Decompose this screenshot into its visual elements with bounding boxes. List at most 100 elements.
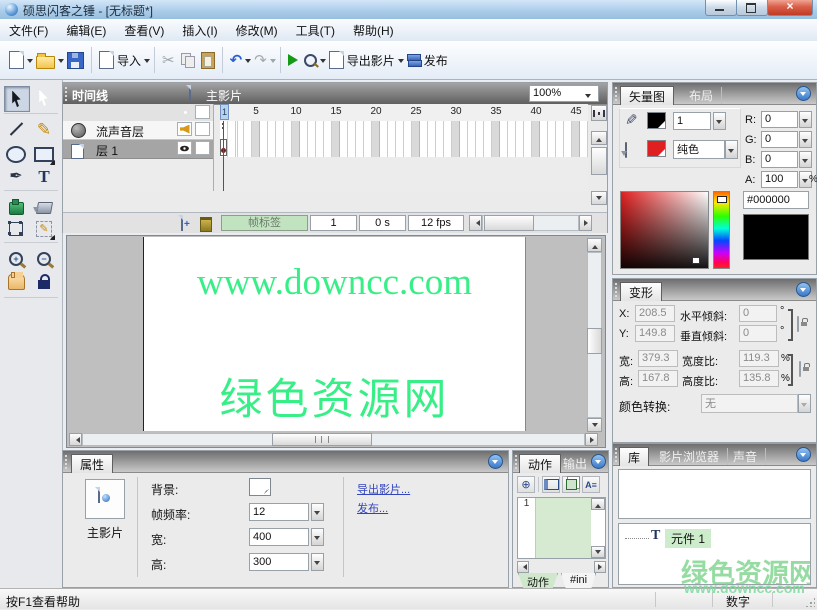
stroke-width-input[interactable]: 1 xyxy=(673,112,711,130)
canvas-scroll-right[interactable] xyxy=(585,433,598,446)
frames-grid[interactable] xyxy=(220,121,588,157)
timeline-hscroll-right[interactable] xyxy=(579,215,592,231)
zoom-in-tool[interactable]: + xyxy=(4,247,28,271)
b-input[interactable]: 0 xyxy=(761,151,798,168)
lock-cell[interactable] xyxy=(195,141,210,155)
maximize-button[interactable] xyxy=(736,0,768,16)
audio-toggle-cell[interactable] xyxy=(177,122,192,136)
timeline-hscroll-thumb[interactable] xyxy=(484,215,534,231)
layer-row-sound[interactable]: 流声音层 xyxy=(63,121,213,140)
x-input[interactable]: 208.5 xyxy=(635,305,675,322)
collapse-chevron-icon[interactable] xyxy=(488,454,503,469)
tab-transform[interactable]: 变形 xyxy=(620,282,662,301)
hue-marker[interactable] xyxy=(717,196,727,203)
height-ratio-input[interactable]: 135.8 xyxy=(739,370,779,387)
hue-bar[interactable] xyxy=(713,191,730,269)
background-color-swatch[interactable] xyxy=(249,478,271,496)
preview-button[interactable] xyxy=(301,46,320,74)
paint-bucket-tool[interactable] xyxy=(32,194,56,218)
timeline-hscroll-left[interactable] xyxy=(469,215,482,231)
center-frame-button[interactable] xyxy=(591,105,607,121)
script-pages-button[interactable] xyxy=(562,476,580,493)
save-button[interactable] xyxy=(64,46,87,74)
script-editor[interactable]: 1 xyxy=(517,497,606,559)
insert-layer-icon[interactable] xyxy=(181,215,183,231)
pen-tool[interactable]: ✒ xyxy=(4,165,28,189)
stage[interactable]: www.downcc.com 绿色资源网 xyxy=(143,237,526,431)
layer-row-1[interactable]: 层 1 xyxy=(63,140,213,159)
import-dropdown-icon[interactable] xyxy=(144,59,150,66)
framerate-spinner[interactable] xyxy=(311,503,324,521)
line-tool[interactable] xyxy=(4,117,28,141)
canvas-workspace[interactable]: www.downcc.com 绿色资源网 xyxy=(66,235,606,448)
lock-cell[interactable] xyxy=(195,122,210,136)
stage-height-spinner[interactable] xyxy=(311,553,324,571)
menu-modify[interactable]: 修改(M) xyxy=(227,19,287,41)
tab-vector[interactable]: 矢量图 xyxy=(620,86,674,105)
pencil-tool[interactable]: ✎ xyxy=(32,117,56,141)
b-spinner[interactable] xyxy=(799,151,812,168)
canvas-scroll-up[interactable] xyxy=(587,238,602,252)
insert-target-path-button[interactable]: ⊕ xyxy=(517,476,535,493)
stroke-width-spinner[interactable] xyxy=(713,112,726,130)
color-field-marker[interactable] xyxy=(692,257,700,264)
lock-column-cell[interactable] xyxy=(195,105,210,119)
color-convert-dropdown[interactable] xyxy=(798,394,811,413)
r-spinner[interactable] xyxy=(799,111,812,128)
script-scroll-down[interactable] xyxy=(591,546,605,558)
cut-button[interactable]: ✂ xyxy=(159,46,178,74)
menu-help[interactable]: 帮助(H) xyxy=(344,19,403,41)
canvas-scroll-down[interactable] xyxy=(587,418,602,432)
text-tool[interactable]: T xyxy=(32,165,56,189)
stage-width-input[interactable]: 400 xyxy=(249,528,309,546)
play-button[interactable] xyxy=(285,46,301,74)
delete-layer-trash-icon[interactable] xyxy=(200,217,212,232)
width-input[interactable]: 379.3 xyxy=(638,350,678,367)
zoom-out-tool[interactable]: − xyxy=(32,247,56,271)
layer-name[interactable]: 层 1 xyxy=(96,142,118,159)
open-button[interactable] xyxy=(33,46,58,74)
free-transform-tool[interactable] xyxy=(4,217,28,241)
library-item-symbol1[interactable]: 元件 1 xyxy=(665,529,711,548)
export-movie-button[interactable]: 导出影片 xyxy=(326,46,398,74)
fill-transform-tool[interactable]: ✎ xyxy=(32,217,56,241)
menu-file[interactable]: 文件(F) xyxy=(0,19,57,41)
hex-color-input[interactable]: #000000 xyxy=(743,191,809,209)
tab-properties[interactable]: 属性 xyxy=(71,454,113,473)
a-input[interactable]: 100 xyxy=(761,171,798,188)
stroke-color-swatch[interactable] xyxy=(647,112,666,129)
tab-output[interactable]: 输出 xyxy=(555,455,596,472)
publish-link[interactable]: 发布... xyxy=(357,500,388,516)
canvas-scroll-left[interactable] xyxy=(69,433,82,446)
minimize-button[interactable] xyxy=(705,0,737,16)
tab-movie-browser[interactable]: 影片浏览器 xyxy=(651,448,728,465)
copy-button[interactable] xyxy=(178,46,198,74)
ink-bottle-tool[interactable] xyxy=(4,194,28,218)
scene-name[interactable]: 主影片 xyxy=(206,87,242,104)
skew-lock-icon[interactable] xyxy=(797,316,799,332)
close-button[interactable] xyxy=(767,0,813,16)
publish-button[interactable]: 发布 xyxy=(404,46,451,74)
panel-grip[interactable] xyxy=(65,87,70,101)
playhead-handle[interactable]: 1 xyxy=(220,104,229,120)
color-convert-select[interactable]: 无 xyxy=(701,394,798,413)
r-input[interactable]: 0 xyxy=(761,111,798,128)
script-scroll-right[interactable] xyxy=(594,561,606,573)
hand-tool[interactable] xyxy=(4,270,28,294)
tab-sound[interactable]: 声音 xyxy=(725,448,766,465)
color-field[interactable] xyxy=(620,191,709,269)
timeline-zoom-dropdown-icon[interactable] xyxy=(585,94,591,101)
y-input[interactable]: 149.8 xyxy=(635,325,675,342)
ellipse-tool[interactable] xyxy=(4,142,28,166)
timeline-scroll-up[interactable] xyxy=(591,131,607,145)
lock-tool[interactable] xyxy=(32,270,56,294)
stage-height-input[interactable]: 300 xyxy=(249,553,309,571)
skew-h-input[interactable]: 0 xyxy=(739,305,777,322)
timeline-scroll-down[interactable] xyxy=(591,191,607,205)
g-spinner[interactable] xyxy=(799,131,812,148)
height-input[interactable]: 167.8 xyxy=(638,370,678,387)
skew-v-input[interactable]: 0 xyxy=(739,325,777,342)
menu-edit[interactable]: 编辑(E) xyxy=(57,19,115,41)
subselection-tool[interactable] xyxy=(32,86,56,110)
framerate-input[interactable]: 12 xyxy=(249,503,309,521)
